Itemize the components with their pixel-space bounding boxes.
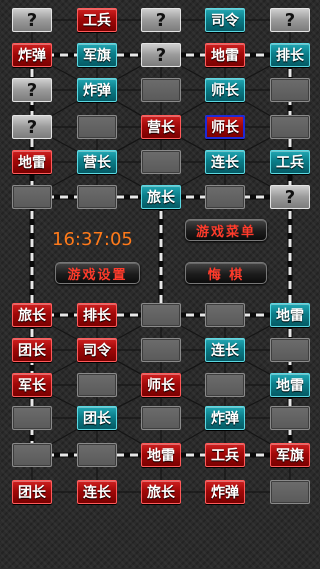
empty-slot[interactable] [12, 406, 52, 430]
game-piece[interactable]: 司令 [77, 338, 117, 362]
game-piece[interactable]: 地雷 [12, 150, 52, 174]
game-piece[interactable]: 军旗 [77, 43, 117, 67]
unknown-piece[interactable]: ? [270, 185, 310, 209]
game-piece[interactable]: 营长 [77, 150, 117, 174]
game-board: ? 工兵? 司令? 炸弹 军旗? 地雷 排长? 炸弹 师长? 营长 师长 地雷 营长 连长 工兵 旅长? 旅长排… [0, 0, 320, 569]
empty-slot[interactable] [141, 303, 181, 327]
empty-slot[interactable] [12, 443, 52, 467]
game-piece[interactable]: 工兵 [77, 8, 117, 32]
empty-slot[interactable] [77, 373, 117, 397]
empty-slot[interactable] [270, 406, 310, 430]
game-piece[interactable]: 地雷 [270, 303, 310, 327]
empty-slot[interactable] [205, 373, 245, 397]
game-piece[interactable]: 团长 [12, 480, 52, 504]
unknown-piece[interactable]: ? [270, 8, 310, 32]
game-piece[interactable]: 旅长 [141, 480, 181, 504]
empty-slot[interactable] [12, 185, 52, 209]
empty-slot[interactable] [205, 303, 245, 327]
unknown-piece[interactable]: ? [12, 78, 52, 102]
game-piece[interactable]: 军旗 [270, 443, 310, 467]
game-piece[interactable]: 工兵 [205, 443, 245, 467]
empty-slot[interactable] [141, 338, 181, 362]
empty-slot[interactable] [270, 338, 310, 362]
game-settings-button[interactable]: 游戏设置 [55, 262, 140, 284]
empty-slot[interactable] [270, 78, 310, 102]
unknown-piece[interactable]: ? [12, 8, 52, 32]
game-piece[interactable]: 军长 [12, 373, 52, 397]
game-clock: 16:37:05 [52, 229, 133, 250]
game-piece[interactable]: 炸弹 [205, 480, 245, 504]
game-piece[interactable]: 炸弹 [12, 43, 52, 67]
game-piece[interactable]: 连长 [205, 338, 245, 362]
game-piece[interactable]: 师长 [205, 115, 245, 139]
game-piece[interactable]: 旅长 [12, 303, 52, 327]
game-piece[interactable]: 工兵 [270, 150, 310, 174]
empty-slot[interactable] [141, 78, 181, 102]
empty-slot[interactable] [77, 185, 117, 209]
empty-slot[interactable] [270, 115, 310, 139]
unknown-piece[interactable]: ? [141, 8, 181, 32]
game-piece[interactable]: 师长 [205, 78, 245, 102]
game-piece[interactable]: 师长 [141, 373, 181, 397]
empty-slot[interactable] [205, 185, 245, 209]
game-piece[interactable]: 团长 [77, 406, 117, 430]
game-piece[interactable]: 地雷 [141, 443, 181, 467]
game-piece[interactable]: 旅长 [141, 185, 181, 209]
empty-slot[interactable] [270, 480, 310, 504]
unknown-piece[interactable]: ? [141, 43, 181, 67]
game-piece[interactable]: 地雷 [270, 373, 310, 397]
game-piece[interactable]: 炸弹 [205, 406, 245, 430]
empty-slot[interactable] [77, 443, 117, 467]
unknown-piece[interactable]: ? [12, 115, 52, 139]
empty-slot[interactable] [141, 406, 181, 430]
game-piece[interactable]: 炸弹 [77, 78, 117, 102]
game-menu-button[interactable]: 游戏菜单 [185, 219, 267, 241]
game-piece[interactable]: 连长 [205, 150, 245, 174]
regret-move-button[interactable]: 悔 棋 [185, 262, 267, 284]
game-piece[interactable]: 营长 [141, 115, 181, 139]
game-piece[interactable]: 排长 [77, 303, 117, 327]
game-piece[interactable]: 团长 [12, 338, 52, 362]
game-piece[interactable]: 地雷 [205, 43, 245, 67]
game-piece[interactable]: 连长 [77, 480, 117, 504]
game-piece[interactable]: 排长 [270, 43, 310, 67]
empty-slot[interactable] [141, 150, 181, 174]
game-piece[interactable]: 司令 [205, 8, 245, 32]
empty-slot[interactable] [77, 115, 117, 139]
